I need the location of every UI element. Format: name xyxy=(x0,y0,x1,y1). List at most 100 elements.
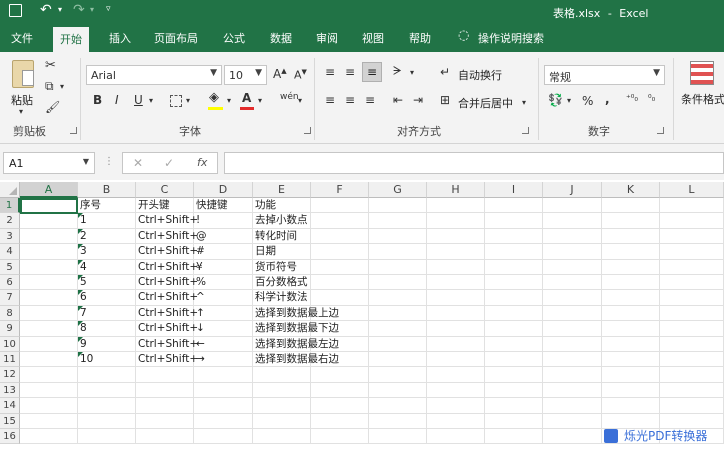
cell-h[interactable] xyxy=(427,382,485,399)
alignment-launcher-icon[interactable] xyxy=(522,127,529,134)
insert-function-button[interactable]: fx xyxy=(197,156,207,169)
cell-g[interactable] xyxy=(369,429,427,445)
cell-k[interactable] xyxy=(602,321,660,337)
cell-no[interactable] xyxy=(78,413,136,429)
cell-shortcut[interactable]: ↑ xyxy=(194,305,253,322)
cell-key[interactable] xyxy=(136,367,194,383)
row-header[interactable]: 13 xyxy=(0,382,20,399)
column-header-a[interactable]: A xyxy=(20,182,78,198)
cell-shortcut[interactable]: ↓ xyxy=(194,321,253,337)
cell-j[interactable] xyxy=(543,429,602,445)
cell-k[interactable] xyxy=(602,259,660,275)
cell-a[interactable] xyxy=(20,305,78,322)
align-center-icon[interactable]: ≡ xyxy=(345,93,355,107)
cell-i[interactable] xyxy=(485,321,543,337)
redo-dropdown-icon[interactable]: ▾ xyxy=(90,5,94,14)
cell-j[interactable] xyxy=(543,213,602,229)
cell-l[interactable] xyxy=(660,367,724,383)
cell-j[interactable] xyxy=(543,290,602,306)
cell-g[interactable] xyxy=(369,305,427,322)
cell-function[interactable]: 日期 xyxy=(253,244,311,260)
cell-l[interactable] xyxy=(660,321,724,337)
cell-f[interactable] xyxy=(311,352,369,368)
cell-g[interactable] xyxy=(369,367,427,383)
cell-key[interactable] xyxy=(136,382,194,399)
cell-no[interactable]: 5 xyxy=(78,275,136,291)
cell-key[interactable]: Ctrl+Shift+ xyxy=(136,352,198,368)
row-header[interactable]: 16 xyxy=(0,429,20,445)
column-header-d[interactable]: D xyxy=(194,182,253,198)
align-middle-icon[interactable]: ≡ xyxy=(345,65,355,79)
cell-g[interactable] xyxy=(369,321,427,337)
cell-key[interactable]: Ctrl+Shift+ xyxy=(136,213,198,229)
cell-key[interactable]: Ctrl+Shift+ xyxy=(136,228,198,245)
cell-i[interactable] xyxy=(485,228,543,245)
cell-function[interactable] xyxy=(253,398,311,414)
cell-a[interactable] xyxy=(20,321,78,337)
clipboard-launcher-icon[interactable] xyxy=(70,127,77,134)
cell-f[interactable] xyxy=(311,382,369,399)
underline-dropdown-icon[interactable]: ▾ xyxy=(149,96,153,105)
column-header-h[interactable]: H xyxy=(427,182,485,198)
cell-g[interactable] xyxy=(369,275,427,291)
percent-button[interactable]: % xyxy=(582,94,593,108)
cell-no[interactable]: 序号 xyxy=(78,198,136,214)
wrap-text-button[interactable]: 自动换行 xyxy=(458,67,502,83)
cell-no[interactable]: 10 xyxy=(78,352,136,368)
cell-key[interactable]: Ctrl+Shift+ xyxy=(136,275,198,291)
cell-a[interactable] xyxy=(20,382,78,399)
cell-i[interactable] xyxy=(485,429,543,445)
tab-home[interactable]: 开始 xyxy=(53,27,89,52)
tab-help[interactable]: 帮助 xyxy=(409,30,431,46)
column-header-b[interactable]: B xyxy=(78,182,136,198)
cell-g[interactable] xyxy=(369,290,427,306)
format-painter-icon[interactable]: 🖌 xyxy=(45,100,60,114)
cell-f[interactable] xyxy=(311,413,369,429)
cell-f[interactable] xyxy=(311,198,369,214)
cell-l[interactable] xyxy=(660,244,724,260)
cell-function[interactable]: 转化时间 xyxy=(253,228,311,245)
cell-function[interactable]: 选择到数据最上边 xyxy=(253,305,339,322)
row-header[interactable]: 5 xyxy=(0,259,20,275)
cell-j[interactable] xyxy=(543,198,602,214)
cell-key[interactable] xyxy=(136,429,194,445)
cell-key[interactable]: Ctrl+Shift+ xyxy=(136,244,198,260)
tell-me-search[interactable]: 操作说明搜索 xyxy=(478,30,544,46)
save-icon[interactable] xyxy=(9,4,22,17)
cell-j[interactable] xyxy=(543,321,602,337)
cell-f[interactable] xyxy=(311,398,369,414)
row-header[interactable]: 10 xyxy=(0,336,20,352)
cell-key[interactable]: Ctrl+Shift+ xyxy=(136,259,198,275)
merge-dropdown-icon[interactable]: ▾ xyxy=(522,98,526,107)
cell-h[interactable] xyxy=(427,429,485,445)
orientation-dropdown-icon[interactable]: ▾ xyxy=(410,68,414,77)
row-header[interactable]: 8 xyxy=(0,305,20,322)
font-color-dropdown-icon[interactable]: ▾ xyxy=(258,96,262,105)
tab-review[interactable]: 审阅 xyxy=(316,30,338,46)
row-header[interactable]: 4 xyxy=(0,244,20,260)
cell-f[interactable] xyxy=(311,259,369,275)
cell-no[interactable]: 1 xyxy=(78,213,136,229)
cell-no[interactable]: 9 xyxy=(78,336,136,352)
borders-dropdown-icon[interactable]: ▾ xyxy=(186,96,190,105)
cell-no[interactable]: 3 xyxy=(78,244,136,260)
tab-formulas[interactable]: 公式 xyxy=(223,30,245,46)
column-header-c[interactable]: C xyxy=(136,182,194,198)
cell-k[interactable] xyxy=(602,336,660,352)
cell-j[interactable] xyxy=(543,367,602,383)
row-header[interactable]: 7 xyxy=(0,290,20,306)
cell-function[interactable] xyxy=(253,382,311,399)
accounting-format-icon[interactable]: 💱 xyxy=(548,93,563,107)
cell-h[interactable] xyxy=(427,198,485,214)
increase-decimal-icon[interactable]: ⁺⁰₀ xyxy=(626,94,638,104)
cell-k[interactable] xyxy=(602,198,660,214)
cell-f[interactable] xyxy=(311,336,369,352)
cell-f[interactable] xyxy=(311,290,369,306)
cell-no[interactable]: 4 xyxy=(78,259,136,275)
tab-insert[interactable]: 插入 xyxy=(109,30,131,46)
column-header-i[interactable]: I xyxy=(485,182,543,198)
cell-k[interactable] xyxy=(602,275,660,291)
tab-file[interactable]: 文件 xyxy=(11,30,33,46)
cell-h[interactable] xyxy=(427,290,485,306)
cell-shortcut[interactable]: ← xyxy=(194,336,253,352)
